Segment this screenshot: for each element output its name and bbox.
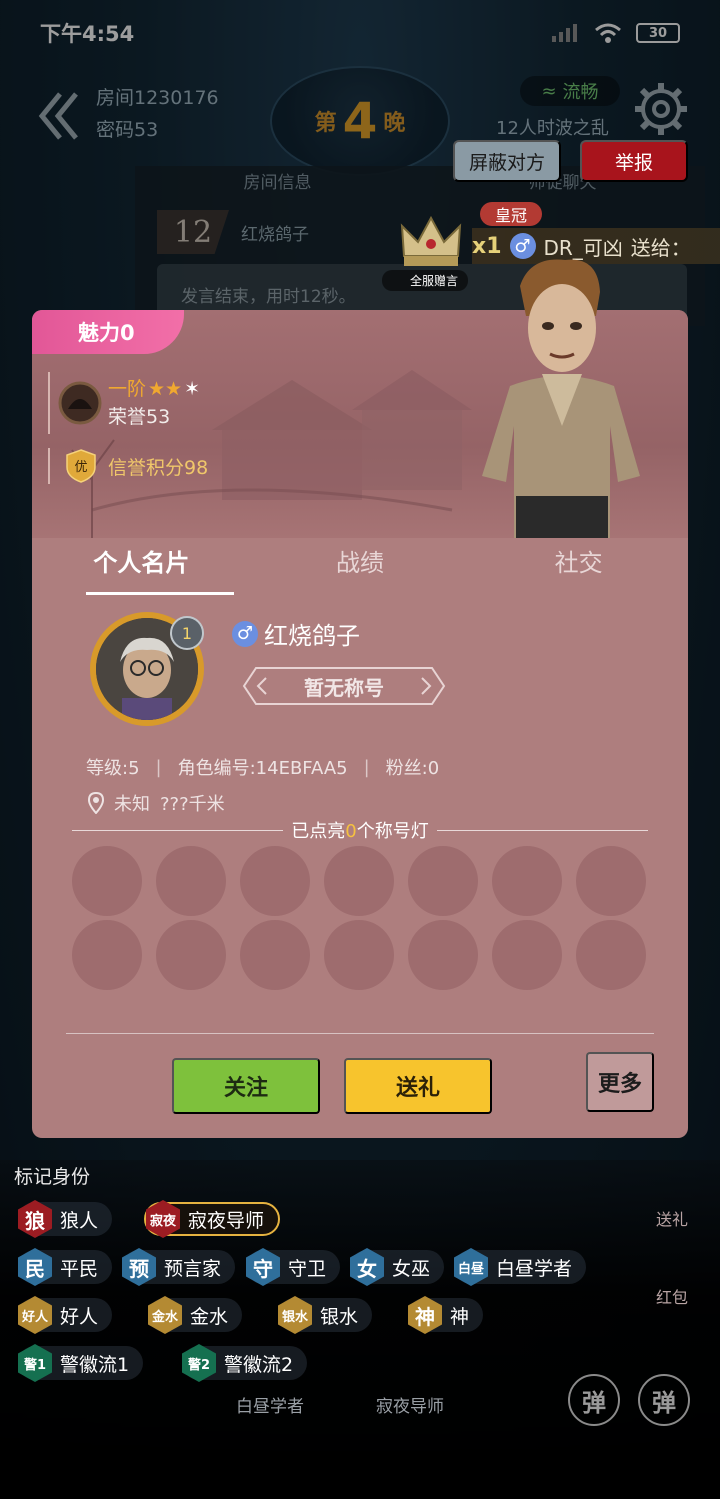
tab-social[interactable]: 社交 [469,538,688,598]
rank-box: 一阶 ★★ ✶ 荣誉53 [48,372,200,434]
villager-icon: 民 [18,1248,52,1286]
crown-icon [400,215,462,266]
location-row: 未知 ???千米 [88,790,225,816]
distance-text: ???千米 [160,794,225,815]
title-lamp[interactable] [576,920,646,990]
profile-name-row: ♂ 红烧鸽子 [232,616,360,651]
title-lamp[interactable] [492,920,562,990]
star-icon: ★★ [148,378,183,400]
night-mentor-icon: 寂夜 [146,1200,180,1238]
profile-fans: 粉丝:0 [385,758,440,779]
role-chip-villager[interactable]: 民 平民 [18,1248,113,1286]
gold-water-icon: 金水 [148,1296,182,1334]
role-chip-seer[interactable]: 预 预言家 [122,1248,236,1286]
gift-count: x1 [472,233,502,259]
title-lamp[interactable] [492,846,562,916]
charm-badge: 魅力0 [32,310,184,354]
global-gift-hint: 全服赠言 [382,270,469,291]
role-chip-night-mentor[interactable]: 寂夜 寂夜导师 [144,1200,281,1238]
danmu-toggle-icon[interactable]: 弹 [638,1374,690,1426]
star-empty-icon: ✶ [184,378,201,400]
profile-info-row: 等级:5 | 角色编号:14EBFAA5 | 粉丝:0 [86,754,439,780]
guard-icon: 守 [246,1248,280,1286]
good-icon: 好人 [18,1296,52,1334]
profile-tabs: 个人名片 战绩 社交 [32,538,688,598]
gift-name-tag: 皇冠 [480,202,542,226]
title-lamp[interactable] [72,920,142,990]
tab-personal-card[interactable]: 个人名片 [32,538,251,598]
title-lamps-grid [72,846,648,990]
seer-icon: 预 [122,1248,156,1286]
profile-level: 等级:5 [86,758,140,779]
rank-emblem-icon [58,381,102,425]
role-chip-god[interactable]: 神 神 [408,1296,484,1334]
send-gift-button[interactable]: 送礼 [344,1058,492,1114]
silver-water-icon: 银水 [278,1296,312,1334]
title-text: 暂无称号 [304,675,384,700]
title-lamp[interactable] [156,920,226,990]
title-badge: 暂无称号 [242,666,446,706]
male-icon: ♂ [232,620,258,647]
title-lamp[interactable] [576,846,646,916]
side-gift-label[interactable]: 送礼 [656,1206,688,1230]
credit-badge-text: 优 [74,460,87,475]
active-tab-underline [86,592,234,595]
role-chip-badge-flow-1[interactable]: 警1 警徽流1 [18,1344,144,1382]
profile-role-id: 角色编号:14EBFAA5 [177,758,348,779]
card-divider [66,1033,654,1034]
location-pin-icon [88,792,104,814]
role-chip-day-scholar[interactable]: 白昼 白昼学者 [454,1248,587,1286]
title-lamp[interactable] [324,920,394,990]
werewolf-icon: 狼 [18,1200,52,1238]
role-chip-witch[interactable]: 女 女巫 [350,1248,445,1286]
rank-level: 一阶 [108,378,147,400]
title-lamp[interactable] [324,846,394,916]
title-lamp[interactable] [408,920,478,990]
danmu-edit-icon[interactable]: 弹 [568,1374,620,1426]
title-lamp[interactable] [240,846,310,916]
badge-flow-2-icon: 警2 [182,1344,216,1382]
mark-identity-panel: 标记身份 狼 狼人 寂夜 寂夜导师 民 平民 预 预言家 守 守卫 女 女巫 白… [0,1160,720,1499]
role-chip-guard[interactable]: 守 守卫 [246,1248,341,1286]
god-icon: 神 [408,1296,442,1334]
side-redpack-label[interactable]: 红包 [656,1284,688,1308]
role-chip-good[interactable]: 好人 好人 [18,1296,113,1334]
role-chip-badge-flow-2[interactable]: 警2 警徽流2 [182,1344,308,1382]
location-text: 未知 [114,794,150,815]
badge-flow-1-icon: 警1 [18,1344,52,1382]
tab-records[interactable]: 战绩 [251,538,470,598]
title-lamp[interactable] [156,846,226,916]
lamps-count: 0 [345,821,357,842]
more-button[interactable]: 更多 [586,1052,654,1112]
seat-role-label: 白昼学者 [236,1397,304,1417]
title-lamp[interactable] [72,846,142,916]
role-chip-silver-water[interactable]: 银水 银水 [278,1296,373,1334]
avatar-level-badge: 1 [170,616,204,650]
profile-name: 红烧鸽子 [264,622,360,650]
role-chip-werewolf[interactable]: 狼 狼人 [18,1200,113,1238]
honor-value: 荣誉53 [108,406,171,428]
role-chip-gold-water[interactable]: 金水 金水 [148,1296,243,1334]
title-lamp[interactable] [240,920,310,990]
seat-role-label: 寂夜导师 [376,1397,444,1417]
title-lamp[interactable] [408,846,478,916]
title-lamps-header: 已点亮0个称号灯 [72,818,649,842]
follow-button[interactable]: 关注 [172,1058,320,1114]
credit-box: 优 信誉积分98 [48,448,208,484]
credit-score: 信誉积分98 [108,456,209,479]
shield-icon: 优 [66,449,96,483]
witch-icon: 女 [350,1248,384,1286]
mark-identity-title: 标记身份 [14,1166,91,1188]
character-illustration [482,259,640,538]
block-user-button[interactable]: 屏蔽对方 [453,140,561,182]
report-button[interactable]: 举报 [580,140,688,182]
day-scholar-icon: 白昼 [454,1248,488,1286]
